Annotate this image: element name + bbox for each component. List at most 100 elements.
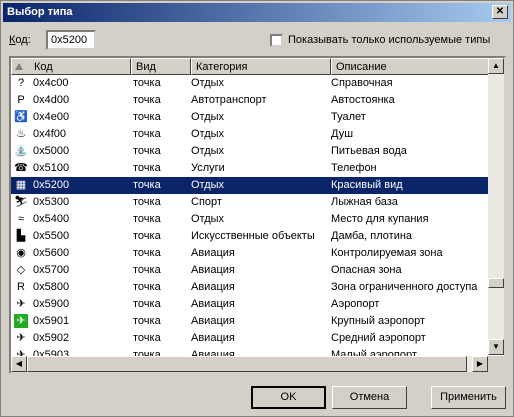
list-header: Код Вид Категория Описание bbox=[11, 58, 491, 75]
scroll-up-button[interactable]: ▲ bbox=[488, 58, 504, 74]
cell-code: 0x4f00 bbox=[33, 128, 67, 140]
cell-description: Автостоянка bbox=[331, 94, 395, 106]
cell-category: Услуги bbox=[191, 162, 225, 174]
column-header-kind-label: Вид bbox=[136, 61, 156, 73]
drinking-water-icon: ⛲ bbox=[14, 145, 28, 157]
table-row[interactable]: ≈0x5400 точка Отдых Место для купания bbox=[11, 211, 491, 228]
cell-kind: точка bbox=[133, 196, 161, 208]
cell-category: Отдых bbox=[191, 213, 225, 225]
horizontal-scrollbar[interactable]: ◀ ▶ bbox=[11, 356, 488, 372]
column-header-code-label: Код bbox=[34, 61, 53, 73]
table-row[interactable]: ☎ 0x5100 точка Услуги Телефон bbox=[11, 160, 491, 177]
table-row[interactable]: ✈ 0x5901 точка Авиация Крупный аэропорт bbox=[11, 313, 491, 330]
column-header-description-label: Описание bbox=[336, 61, 387, 73]
cell-category: Авиация bbox=[191, 281, 235, 293]
table-row[interactable]: ♿ 0x4e00 точка Отдых Туалет bbox=[11, 109, 491, 126]
table-row[interactable]: ✈ 0x5900 точка Авиация Аэропорт bbox=[11, 296, 491, 313]
cell-category: Авиация bbox=[191, 264, 235, 276]
table-row[interactable]: P 0x4d00 точка Автотранспорт Автостоянка bbox=[11, 92, 491, 109]
table-row[interactable]: ♨ 0x4f00 точка Отдых Душ bbox=[11, 126, 491, 143]
vertical-scrollbar[interactable]: ▲ ▼ bbox=[488, 58, 504, 355]
vertical-scroll-thumb[interactable] bbox=[488, 278, 504, 288]
cell-kind: точка bbox=[133, 332, 161, 344]
cancel-button[interactable]: Отмена bbox=[332, 386, 407, 409]
cell-code: 0x5200 bbox=[33, 179, 70, 191]
cell-kind: точка bbox=[133, 264, 161, 276]
types-list[interactable]: Код Вид Категория Описание ? 0x4c00 точка О… bbox=[9, 56, 506, 374]
cell-code: 0x4e00 bbox=[33, 111, 70, 123]
cell-description: Питьевая вода bbox=[331, 145, 407, 157]
cell-kind: точка bbox=[133, 128, 161, 140]
title-bar[interactable]: Выбор типа ✕ bbox=[3, 3, 511, 22]
cell-code: 0x5300 bbox=[33, 196, 70, 208]
sort-ascending-icon bbox=[15, 63, 23, 70]
cell-kind: точка bbox=[133, 145, 161, 157]
dam-icon: ▙ bbox=[16, 230, 26, 242]
scroll-right-button[interactable]: ▶ bbox=[472, 356, 488, 372]
info-icon: ? bbox=[17, 77, 25, 89]
column-header-category[interactable]: Категория bbox=[191, 58, 331, 75]
table-row[interactable]: ? 0x4c00 точка Отдых Справочная bbox=[11, 75, 491, 92]
table-row[interactable]: ⛲ 0x5000 точка Отдых Питьевая вода bbox=[11, 143, 491, 160]
cell-kind: точка bbox=[133, 162, 161, 174]
table-row[interactable]: ✈ 0x5902 точка Авиация Средний аэропорт bbox=[11, 330, 491, 347]
cell-description: Дамба, плотина bbox=[331, 230, 413, 242]
cell-description: Справочная bbox=[331, 77, 393, 89]
type-picker-dialog: Выбор типа ✕ Код: Показывать только испо… bbox=[0, 0, 514, 417]
scrollbar-corner bbox=[488, 356, 504, 372]
cell-code: 0x5800 bbox=[33, 281, 70, 293]
cell-description: Зона ограниченного доступа bbox=[331, 281, 478, 293]
cell-category: Отдых bbox=[191, 128, 225, 140]
cell-kind: точка bbox=[133, 298, 161, 310]
cell-category: Авиация bbox=[191, 298, 235, 310]
only-used-checkbox[interactable] bbox=[270, 34, 283, 47]
large-airport-icon: ✈ bbox=[14, 314, 28, 328]
only-used-label[interactable]: Показывать только используемые типы bbox=[288, 34, 490, 46]
cell-code: 0x5400 bbox=[33, 213, 70, 225]
cell-code: 0x5100 bbox=[33, 162, 70, 174]
cell-code: 0x4d00 bbox=[33, 94, 70, 106]
cell-code: 0x5700 bbox=[33, 264, 70, 276]
toilet-icon: ♿ bbox=[14, 111, 28, 123]
ok-button[interactable]: OK bbox=[251, 386, 326, 409]
cell-category: Отдых bbox=[191, 77, 225, 89]
cell-category: Автотранспорт bbox=[191, 94, 267, 106]
cell-description: Место для купания bbox=[331, 213, 429, 225]
medium-airport-icon: ✈ bbox=[16, 332, 26, 344]
ski-icon: ⛷ bbox=[14, 196, 28, 208]
cell-description: Средний аэропорт bbox=[331, 332, 426, 344]
column-header-description[interactable]: Описание bbox=[331, 58, 491, 75]
column-header-category-label: Категория bbox=[196, 61, 248, 73]
cell-code: 0x5900 bbox=[33, 298, 70, 310]
column-header-code[interactable]: Код bbox=[11, 58, 131, 75]
code-input[interactable] bbox=[46, 30, 96, 50]
cell-description: Лыжная база bbox=[331, 196, 398, 208]
cell-description: Телефон bbox=[331, 162, 377, 174]
phone-icon: ☎ bbox=[14, 162, 28, 174]
apply-button[interactable]: Применить bbox=[431, 386, 506, 409]
table-row[interactable]: ▦ 0x5200 точка Отдых Красивый вид bbox=[11, 177, 491, 194]
list-rows: ? 0x4c00 точка Отдых Справочная P 0x4d00 точка А… bbox=[11, 75, 491, 364]
cell-description: Душ bbox=[331, 128, 354, 140]
cell-kind: точка bbox=[133, 94, 161, 106]
restricted-zone-icon: R bbox=[17, 281, 25, 293]
table-row[interactable]: R 0x5800 точка Авиация Зона ограниченного до… bbox=[11, 279, 491, 296]
table-row[interactable]: ⛷ 0x5300 точка Спорт Лыжная база bbox=[11, 194, 491, 211]
close-button[interactable]: ✕ bbox=[492, 5, 508, 19]
horizontal-scroll-thumb[interactable] bbox=[27, 356, 467, 372]
cell-category: Спорт bbox=[191, 196, 222, 208]
table-row[interactable]: ◇ 0x5700 точка Авиация Опасная зона bbox=[11, 262, 491, 279]
cell-kind: точка bbox=[133, 179, 161, 191]
cell-kind: точка bbox=[133, 77, 161, 89]
cell-description: Опасная зона bbox=[331, 264, 402, 276]
table-row[interactable]: ▙ 0x5500 точка Искусственные объекты Дамба, … bbox=[11, 228, 491, 245]
cell-code: 0x5000 bbox=[33, 145, 70, 157]
cell-code: 0x5600 bbox=[33, 247, 70, 259]
airport-icon: ✈ bbox=[16, 298, 26, 310]
cell-code: 0x5500 bbox=[33, 230, 70, 242]
column-header-kind[interactable]: Вид bbox=[131, 58, 191, 75]
scroll-left-button[interactable]: ◀ bbox=[11, 356, 27, 372]
scroll-down-button[interactable]: ▼ bbox=[488, 339, 504, 355]
table-row[interactable]: ◉ 0x5600 точка Авиация Контролируемая зона bbox=[11, 245, 491, 262]
cell-kind: точка bbox=[133, 281, 161, 293]
